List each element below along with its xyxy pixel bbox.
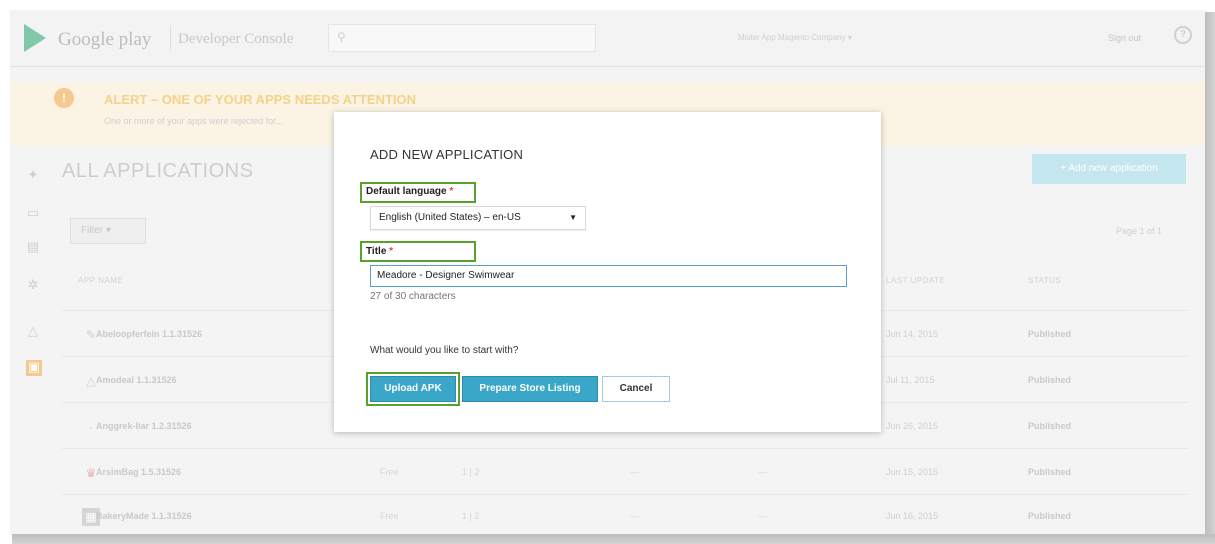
- app-version-count: 1 | 2: [462, 511, 480, 521]
- default-language-label-text: Default language: [366, 186, 447, 197]
- search-icon: ⚲: [337, 30, 346, 44]
- developer-console-screen: Google play Developer Console ⚲ Mister A…: [10, 10, 1205, 534]
- app-price: Free: [380, 467, 399, 477]
- screenshot-frame: Google play Developer Console ⚲ Mister A…: [0, 0, 1215, 544]
- table-row[interactable]: ▦ BakeryMade 1.1.31526 Free 1 | 2 — — Ju…: [10, 498, 1136, 534]
- app-price: Free: [380, 511, 399, 521]
- add-new-application-button[interactable]: + Add new application: [1032, 154, 1186, 184]
- account-menu[interactable]: Mister App Magento Company ▾: [738, 33, 852, 42]
- title-label-text: Title: [366, 246, 387, 257]
- app-version-count: 1 | 2: [462, 467, 480, 477]
- alert-icon: !: [54, 88, 74, 108]
- start-question: What would you like to start with?: [370, 345, 519, 356]
- settings-icon[interactable]: ✲: [26, 278, 40, 292]
- sign-out-link[interactable]: Sign out: [1108, 33, 1141, 43]
- chevron-down-icon: ▼: [569, 213, 577, 222]
- column-header-app-name[interactable]: APP NAME: [78, 276, 123, 285]
- app-name: Amodeal 1.1.31526: [96, 375, 177, 385]
- prepare-store-listing-button[interactable]: Prepare Store Listing: [462, 376, 598, 402]
- app-name: BakeryMade 1.1.31526: [96, 511, 192, 521]
- app-last-update: Jun 26, 2015: [886, 421, 939, 431]
- app-empty-value: —: [630, 467, 639, 477]
- required-marker: *: [449, 186, 454, 197]
- app-name: ArsimBag 1.5.31526: [96, 467, 182, 477]
- default-language-select[interactable]: English (United States) – en-US ▼: [370, 206, 586, 230]
- app-last-update: Jul 11, 2015: [886, 375, 935, 385]
- frame-shadow-right: [1205, 12, 1215, 544]
- app-empty-value: —: [758, 467, 767, 477]
- search-input[interactable]: ⚲: [328, 24, 596, 52]
- filter-button[interactable]: Filter ▾: [70, 218, 146, 244]
- title-label: Title *: [366, 246, 393, 257]
- top-bar: Google play Developer Console ⚲ Mister A…: [10, 10, 1205, 67]
- title-input[interactable]: Meadore - Designer Swimwear: [370, 265, 847, 287]
- character-count: 27 of 30 characters: [370, 291, 456, 302]
- column-header-last-update[interactable]: LAST UPDATE: [886, 276, 945, 285]
- table-row[interactable]: ♛ ArsimBag 1.5.31526 Free 1 | 2 — — Jun …: [10, 454, 1136, 494]
- brand-name[interactable]: Google play: [58, 29, 151, 51]
- console-title[interactable]: Developer Console: [178, 31, 293, 48]
- default-language-label: Default language *: [366, 186, 453, 197]
- games-icon[interactable]: ▭: [26, 206, 40, 220]
- app-empty-value: —: [630, 511, 639, 521]
- alert-description: One or more of your apps were rejected f…: [104, 116, 284, 126]
- app-last-update: Jun 15, 2015: [886, 467, 939, 477]
- app-status: Published: [1028, 467, 1072, 477]
- app-status: Published: [1028, 511, 1072, 521]
- table-divider: [62, 448, 1188, 449]
- alert-title: ALERT – ONE OF YOUR APPS NEEDS ATTENTION: [104, 92, 417, 107]
- app-name: Abeloopferfein 1.1.31526: [96, 329, 203, 339]
- app-last-update: Jun 14, 2015: [886, 329, 939, 339]
- app-status: Published: [1028, 421, 1072, 431]
- default-language-value: English (United States) – en-US: [379, 212, 521, 223]
- app-status: Published: [1028, 329, 1072, 339]
- app-empty-value: —: [758, 511, 767, 521]
- required-marker: *: [389, 246, 394, 257]
- android-icon[interactable]: ✦: [26, 168, 40, 182]
- app-status: Published: [1028, 375, 1072, 385]
- table-divider: [62, 494, 1188, 495]
- google-play-logo-icon[interactable]: [24, 24, 46, 52]
- app-last-update: Jun 16, 2015: [886, 511, 939, 521]
- help-icon[interactable]: ?: [1174, 26, 1192, 44]
- upload-apk-button[interactable]: Upload APK: [370, 376, 456, 402]
- dialog-title: ADD NEW APPLICATION: [370, 147, 524, 162]
- reports-icon[interactable]: ▤: [26, 240, 40, 254]
- add-new-application-dialog: ADD NEW APPLICATION Default language * E…: [334, 112, 881, 432]
- cancel-button[interactable]: Cancel: [602, 376, 670, 402]
- pagination-info: Page 1 of 1: [1116, 226, 1163, 236]
- page-title: ALL APPLICATIONS: [62, 160, 254, 182]
- frame-shadow-bottom: [12, 534, 1215, 544]
- app-name: Anggrek-liar 1.2.31526: [96, 421, 192, 431]
- brand-divider: [170, 26, 171, 50]
- column-header-status[interactable]: STATUS: [1028, 276, 1061, 285]
